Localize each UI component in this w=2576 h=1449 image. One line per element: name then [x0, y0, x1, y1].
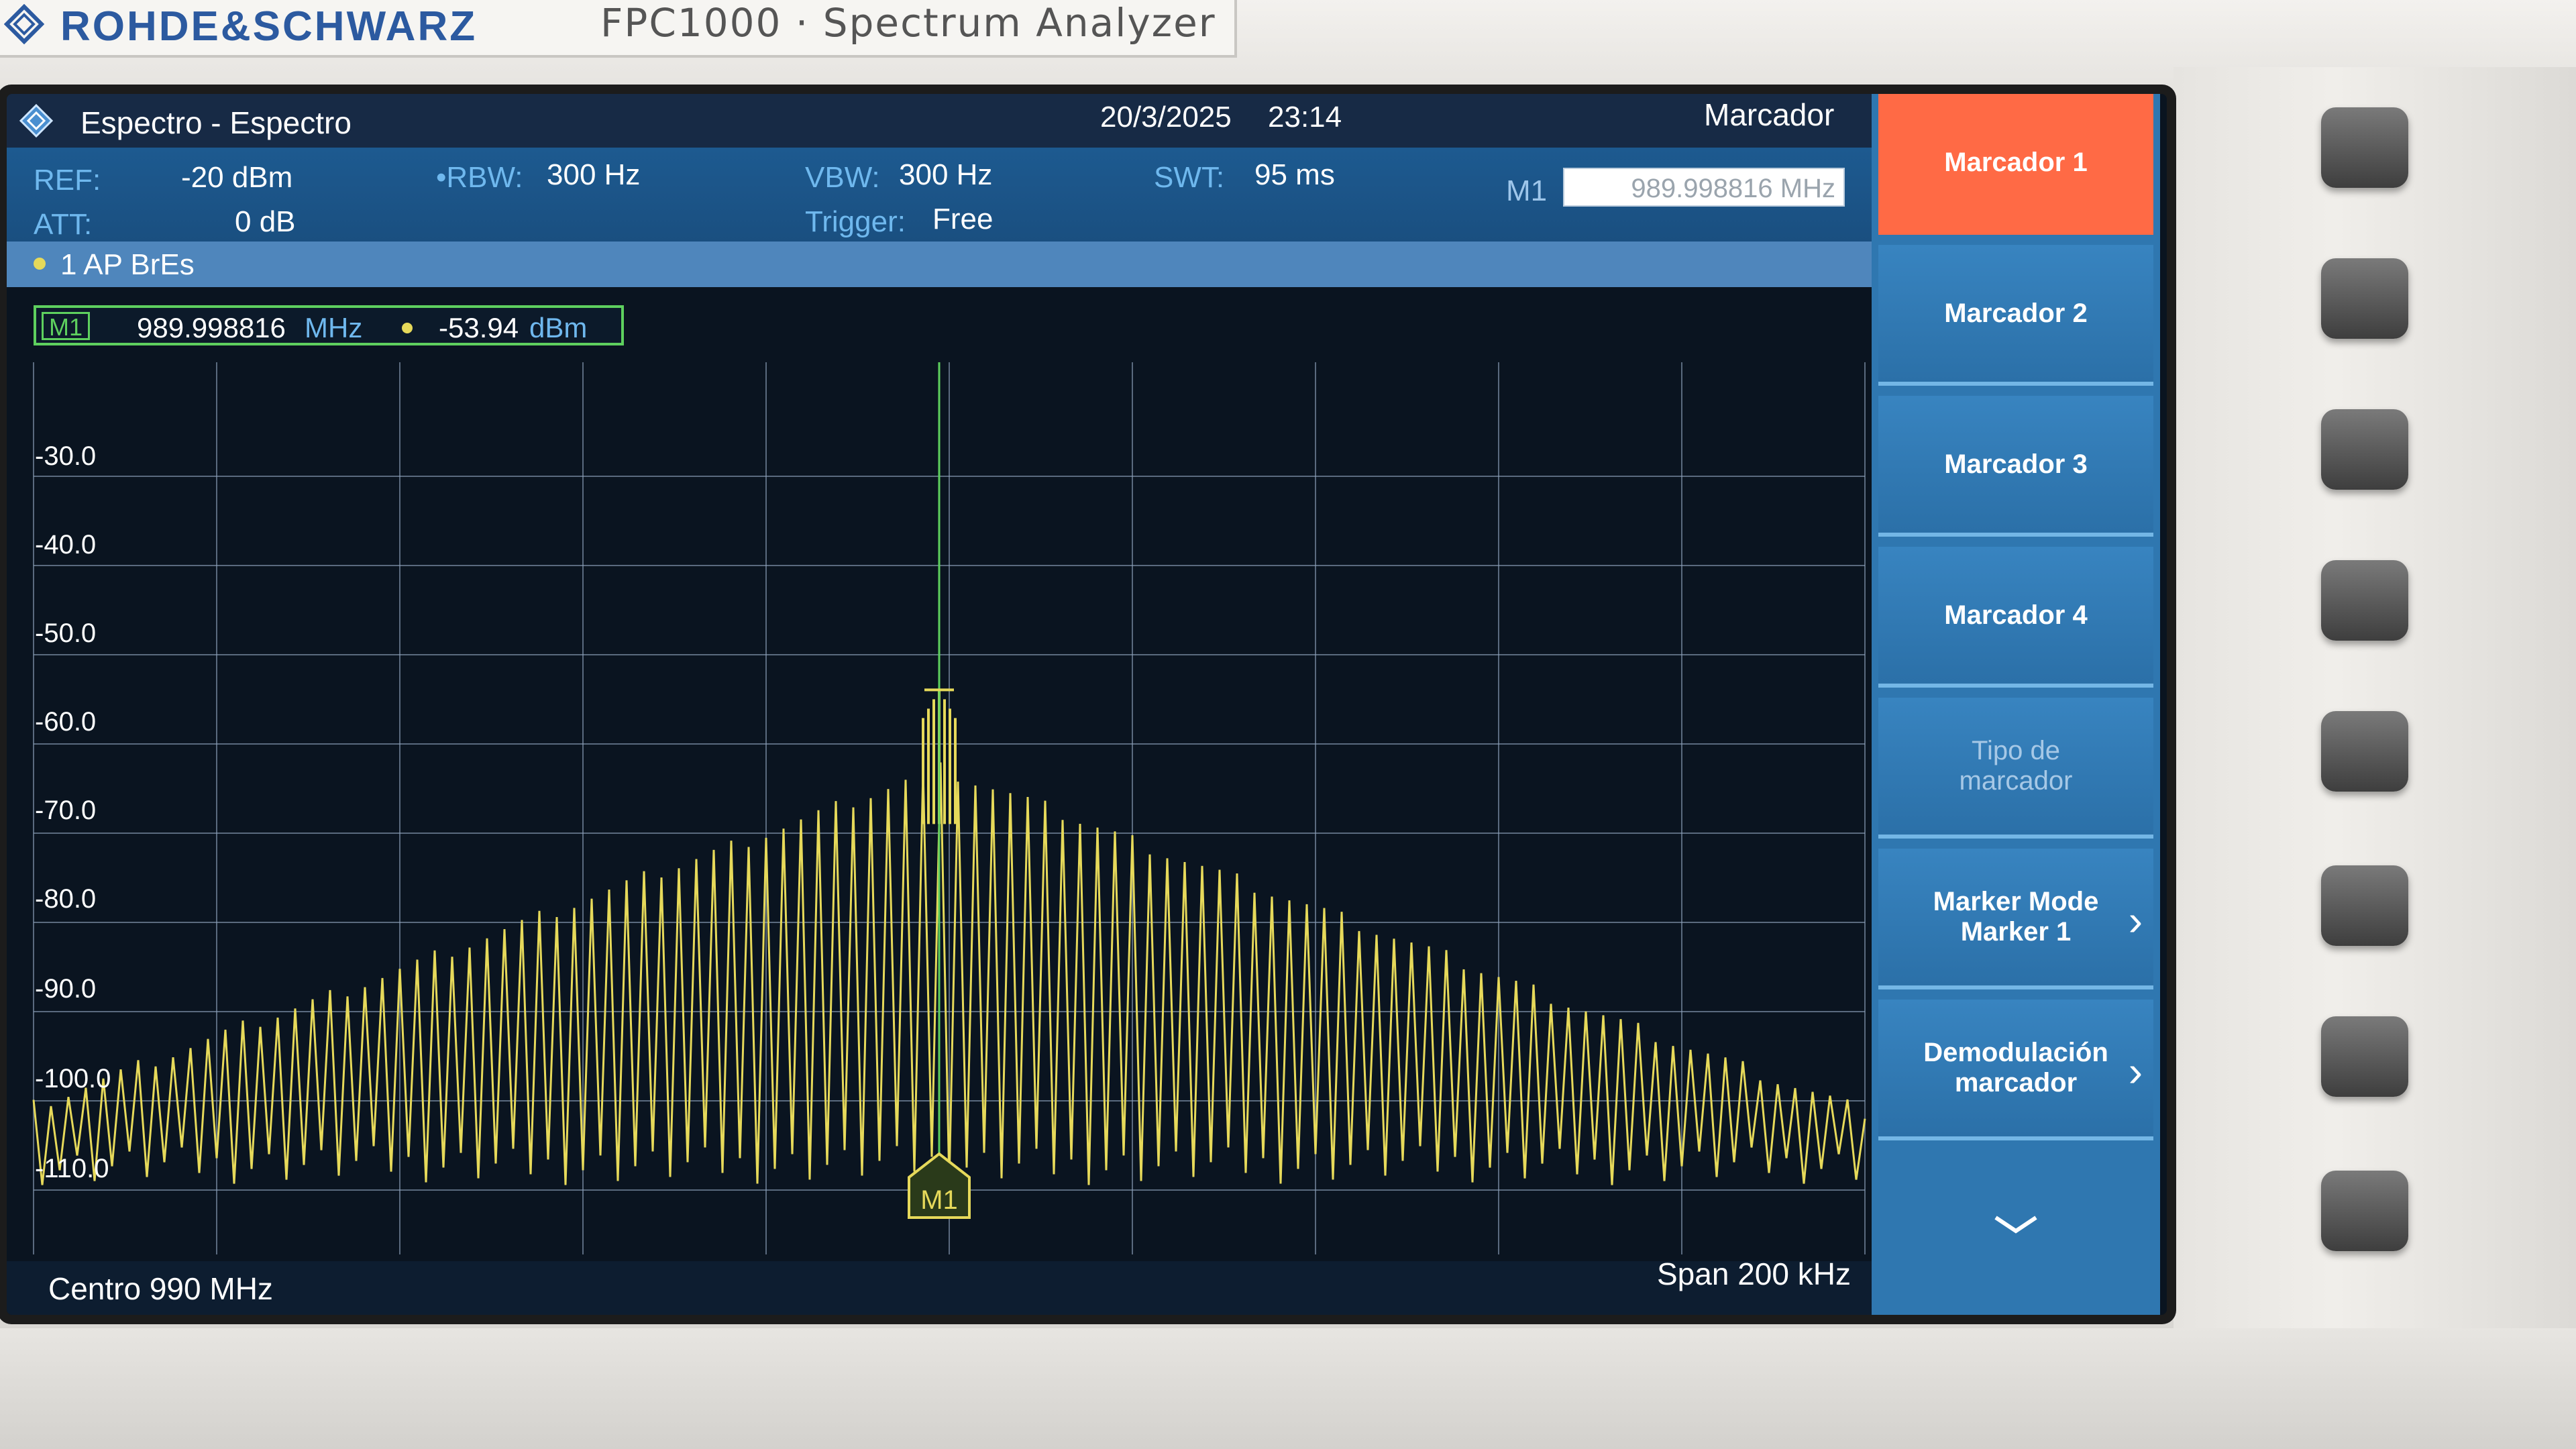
center-frequency[interactable]: Centro 990 MHz	[48, 1271, 273, 1307]
softkey-marcador-3[interactable]: Marcador 3	[1878, 396, 2153, 537]
softkey-marcador-1[interactable]: Marcador 1	[1878, 94, 2153, 235]
m1-frequency-input[interactable]: 989.998816 MHz	[1563, 168, 1845, 207]
softkey-panel: Marcador 1 Marcador 2 Marcador 3 Marcado…	[1872, 94, 2160, 1315]
analyzer-screen: Espectro - Espectro 20/3/2025 23:14 Marc…	[7, 94, 2167, 1315]
y-tick-label: -90.0	[35, 974, 97, 1004]
trace-bar: 1 AP BrEs	[7, 241, 1872, 287]
swt-value[interactable]: 95 ms	[1254, 158, 1335, 192]
marker-tag: M1	[42, 312, 90, 341]
softkey-scroll-down[interactable]	[1872, 1167, 2160, 1281]
marker-trace-dot	[402, 323, 413, 333]
marker-level-unit: dBm	[529, 312, 588, 343]
device-bottom-bezel	[0, 1328, 2576, 1449]
rohde-schwarz-logo-icon	[4, 4, 44, 44]
chevron-right-icon: ›	[2128, 896, 2143, 945]
brand-name: ROHDE&SCHWARZ	[60, 3, 478, 50]
spectrum-plot[interactable]: M1 -30.0 -40.0 -50.0 -60.0 -70.0 -80.0 -…	[27, 362, 1872, 1280]
hardware-softkey-button-1[interactable]	[2321, 107, 2408, 188]
hardware-softkey-button-7[interactable]	[2321, 1016, 2408, 1097]
trigger-label: Trigger:	[805, 205, 906, 238]
date-display: 20/3/2025	[1100, 101, 1232, 133]
hardware-softkey-button-3[interactable]	[2321, 409, 2408, 490]
softkey-tipo-de-marcador[interactable]: Tipo de marcador	[1878, 698, 2153, 839]
y-tick-label: -50.0	[35, 619, 97, 648]
hardware-softkey-button-6[interactable]	[2321, 865, 2408, 946]
y-tick-label: -40.0	[35, 530, 97, 559]
marker-flag-label: M1	[920, 1185, 958, 1215]
marker-frequency: 989.998816	[137, 312, 286, 343]
hardware-softkey-button-8[interactable]	[2321, 1171, 2408, 1251]
swt-label: SWT:	[1154, 161, 1225, 194]
rbw-value[interactable]: 300 Hz	[547, 158, 640, 192]
trace-name[interactable]: 1 AP BrEs	[60, 248, 195, 282]
span-value[interactable]: Span 200 kHz	[1657, 1256, 1851, 1292]
softkey-marcador-2[interactable]: Marcador 2	[1878, 245, 2153, 386]
trace-color-dot	[34, 258, 46, 270]
y-tick-label: -80.0	[35, 884, 97, 914]
softkey-label: Marcador 4	[1944, 600, 2088, 630]
softkey-label: Marcador 2	[1944, 298, 2088, 328]
title-bar: Espectro - Espectro 20/3/2025 23:14 Marc…	[7, 94, 1872, 148]
hardware-softkey-button-2[interactable]	[2321, 258, 2408, 339]
y-tick-label: -30.0	[35, 441, 97, 471]
att-value[interactable]: 0 dB	[235, 205, 296, 239]
softkey-label: Marker Mode Marker 1	[1933, 887, 2099, 947]
ref-label: REF:	[34, 164, 101, 197]
y-tick-label: -110.0	[35, 1154, 109, 1183]
att-label: ATT:	[34, 208, 93, 241]
trigger-value[interactable]: Free	[932, 203, 993, 236]
softkey-menu-title: Marcador	[1704, 97, 1835, 132]
softkey-demodulacion-marcador[interactable]: Demodulación marcador ›	[1878, 1000, 2153, 1140]
y-tick-label: -100.0	[35, 1064, 111, 1093]
y-tick-label: -60.0	[35, 707, 97, 737]
y-tick-label: -70.0	[35, 796, 97, 825]
rbw-label: •RBW:	[436, 161, 523, 194]
vbw-label: VBW:	[805, 161, 880, 194]
hardware-softkey-button-4[interactable]	[2321, 560, 2408, 641]
softkey-label: Demodulación marcador	[1923, 1038, 2108, 1097]
marker-frequency-unit: MHz	[305, 312, 363, 343]
softkey-marker-mode[interactable]: Marker Mode Marker 1 ›	[1878, 849, 2153, 989]
device-model: FPC1000 · Spectrum Analyzer	[600, 0, 1216, 46]
softkey-label: Marcador 3	[1944, 449, 2088, 479]
spectrum-svg[interactable]: M1	[27, 362, 1872, 1280]
marker-m1-flag: M1	[908, 1152, 971, 1219]
ref-value[interactable]: -20 dBm	[181, 161, 292, 195]
m1-entry-label: M1	[1506, 174, 1548, 207]
marker-readout: M1 989.998816 MHz -53.94 dBm	[34, 305, 624, 345]
marker-level: -53.94	[439, 312, 519, 343]
app-icon[interactable]	[19, 103, 54, 138]
footer-bar: Centro 990 MHz Span 200 kHz	[7, 1256, 1872, 1315]
vbw-value[interactable]: 300 Hz	[899, 158, 992, 192]
brand-plate: ROHDE&SCHWARZ FPC1000 · Spectrum Analyze…	[0, 0, 1237, 58]
softkey-label: Marcador 1	[1944, 147, 2088, 177]
chevron-down-icon	[1994, 1216, 2037, 1234]
softkey-marcador-4[interactable]: Marcador 4	[1878, 547, 2153, 688]
softkey-label: Tipo de marcador	[1959, 736, 2073, 796]
hardware-softkey-button-5[interactable]	[2321, 711, 2408, 792]
chevron-right-icon: ›	[2128, 1047, 2143, 1095]
app-title: Espectro - Espectro	[80, 105, 352, 140]
time-display: 23:14	[1268, 101, 1342, 133]
